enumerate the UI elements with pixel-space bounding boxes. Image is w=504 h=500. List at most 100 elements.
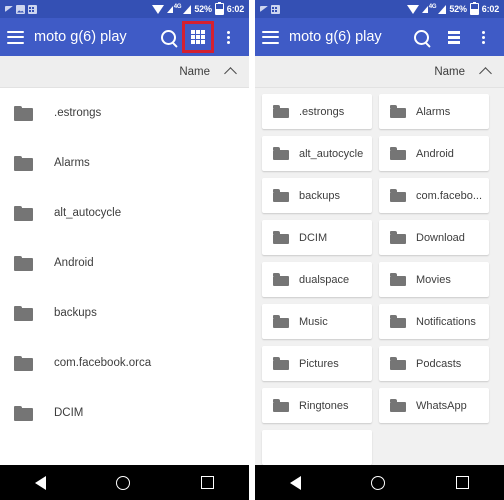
wifi-icon [406, 4, 419, 14]
list-item[interactable]: alt_autocycle [0, 188, 249, 238]
more-options-button[interactable] [214, 23, 242, 51]
folder-icon [390, 105, 406, 118]
grid-item-label: Music [299, 315, 328, 328]
network-type-label: 4G [428, 4, 437, 10]
folder-icon [273, 399, 289, 412]
battery-icon [214, 2, 224, 15]
android-nav-bar-left [0, 465, 249, 500]
grid-item[interactable]: Android [379, 136, 489, 171]
status-bar-notification-icons [5, 4, 37, 14]
folder-icon [390, 147, 406, 160]
more-options-icon [481, 30, 485, 44]
grid-item-label: Android [416, 147, 454, 160]
home-circle-icon[interactable] [116, 475, 131, 490]
grid-item[interactable]: Ringtones [262, 388, 372, 423]
sort-bar-left[interactable]: Name [0, 56, 249, 88]
list-view-toggle-button[interactable] [438, 23, 466, 51]
folder-icon [273, 189, 289, 202]
grid-item-label: .estrongs [299, 105, 345, 118]
recents-square-icon[interactable] [455, 476, 469, 489]
list-view-icon [444, 30, 460, 44]
grid-item[interactable]: backups [262, 178, 372, 213]
list-item-label: Alarms [54, 157, 90, 169]
list-item-label: .estrongs [54, 107, 102, 119]
folder-icon [390, 399, 406, 412]
list-item[interactable]: Android [0, 238, 249, 288]
app-bar-actions-left [154, 21, 242, 53]
sort-bar-right[interactable]: Name [255, 56, 504, 88]
battery-percent-label: 52% [449, 4, 467, 14]
android-nav-bar-right [255, 465, 504, 500]
grid-item[interactable]: Download [379, 220, 489, 255]
folder-icon [14, 355, 33, 371]
hamburger-menu-icon[interactable] [262, 30, 279, 44]
grid-item-label: Alarms [416, 105, 451, 118]
sort-label: Name [179, 65, 210, 78]
home-circle-icon[interactable] [371, 475, 386, 490]
list-item-label: DCIM [54, 407, 84, 419]
folder-icon [14, 205, 33, 221]
wifi-icon [151, 4, 164, 14]
search-icon [413, 29, 429, 45]
folder-icon [390, 315, 406, 328]
signal-icon-2 [183, 4, 192, 14]
folder-icon [390, 273, 406, 286]
grid-item-label: Pictures [299, 357, 339, 370]
list-item-label: backups [54, 307, 97, 319]
notification-icon [260, 6, 268, 12]
grid-item[interactable]: dualspace [262, 262, 372, 297]
recents-square-icon[interactable] [200, 476, 214, 489]
grid-item-partial[interactable] [262, 430, 372, 465]
back-triangle-icon[interactable] [35, 475, 47, 490]
list-item[interactable]: DCIM [0, 388, 249, 438]
list-item-label: Android [54, 257, 94, 269]
grid-item[interactable]: .estrongs [262, 94, 372, 129]
page-title: moto g(6) play [289, 29, 382, 45]
folder-icon [390, 357, 406, 370]
list-item[interactable]: .estrongs [0, 88, 249, 138]
grid-item-label: Notifications [416, 315, 476, 328]
grid-view-icon [191, 30, 205, 44]
grid-item[interactable]: Podcasts [379, 346, 489, 381]
chevron-up-icon [224, 66, 237, 80]
grid-item[interactable]: WhatsApp [379, 388, 489, 423]
status-bar-left: 4G 52% 6:02 [0, 0, 249, 18]
phone-screen-list-view: 4G 52% 6:02 moto g(6) play Name .estrong… [0, 0, 249, 500]
grid-item[interactable]: Pictures [262, 346, 372, 381]
grid-item[interactable]: Movies [379, 262, 489, 297]
grid-item[interactable]: Notifications [379, 304, 489, 339]
list-item[interactable]: com.facebook.orca [0, 338, 249, 388]
hamburger-menu-icon[interactable] [7, 30, 24, 44]
folder-icon [390, 231, 406, 244]
list-item[interactable]: Alarms [0, 138, 249, 188]
search-button[interactable] [407, 23, 435, 51]
status-bar-notification-icons-right [260, 4, 280, 14]
grid-item[interactable]: alt_autocycle [262, 136, 372, 171]
grid-item[interactable]: com.facebo... [379, 178, 489, 213]
battery-icon [469, 2, 479, 15]
grid-view-toggle-button[interactable] [182, 21, 214, 53]
status-bar-right: 4G 52% 6:02 [255, 0, 504, 18]
battery-percent-label: 52% [194, 4, 212, 14]
grid-item-label: alt_autocycle [299, 147, 364, 160]
phone-screen-grid-view: 4G 52% 6:02 moto g(6) play Name .estrong… [255, 0, 504, 500]
folder-icon [273, 357, 289, 370]
grid-item-label: Ringtones [299, 399, 349, 412]
file-grid: .estrongs Alarms alt_autocycle Android backu… [255, 88, 504, 465]
chevron-up-icon [479, 66, 492, 80]
search-button[interactable] [154, 23, 182, 51]
grid-item-label: Movies [416, 273, 451, 286]
grid-item[interactable]: Music [262, 304, 372, 339]
list-item[interactable]: backups [0, 288, 249, 338]
more-options-button[interactable] [469, 23, 497, 51]
grid-item[interactable]: DCIM [262, 220, 372, 255]
folder-icon [14, 405, 33, 421]
grid-item-label: DCIM [299, 231, 328, 244]
sort-label: Name [434, 65, 465, 78]
status-bar-system-icons: 4G 52% 6:02 [151, 2, 244, 15]
grid-item[interactable]: Alarms [379, 94, 489, 129]
file-list-content: .estrongs Alarms alt_autocycle Android backu… [0, 88, 249, 465]
app-bar-left: moto g(6) play [0, 18, 249, 56]
back-triangle-icon[interactable] [290, 475, 302, 490]
search-icon [160, 29, 176, 45]
